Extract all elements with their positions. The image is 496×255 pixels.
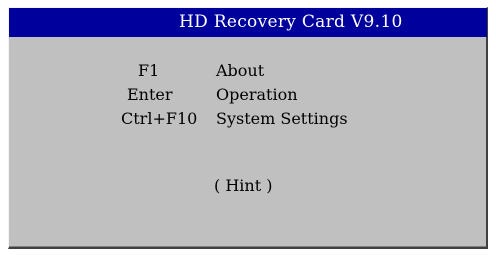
hotkey-label: Ctrl+F10	[121, 109, 198, 128]
title-bar: HD Recovery Card V9.10	[9, 8, 487, 37]
menu-item-about[interactable]: F1 About	[9, 60, 486, 82]
hint-button[interactable]: ( Hint )	[214, 175, 272, 197]
action-label: Operation	[216, 85, 298, 104]
divider	[9, 246, 486, 247]
action-label: About	[216, 61, 265, 80]
menu-item-operation[interactable]: Enter Operation	[9, 84, 486, 106]
hotkey-label: Enter	[127, 85, 173, 104]
window-title: HD Recovery Card V9.10	[179, 12, 403, 32]
hotkey-label: F1	[138, 61, 160, 80]
menu-item-system-settings[interactable]: Ctrl+F10 System Settings	[9, 108, 486, 130]
recovery-card-dialog: HD Recovery Card V9.10 F1 About Enter Op…	[8, 7, 488, 249]
action-label: System Settings	[216, 109, 348, 128]
